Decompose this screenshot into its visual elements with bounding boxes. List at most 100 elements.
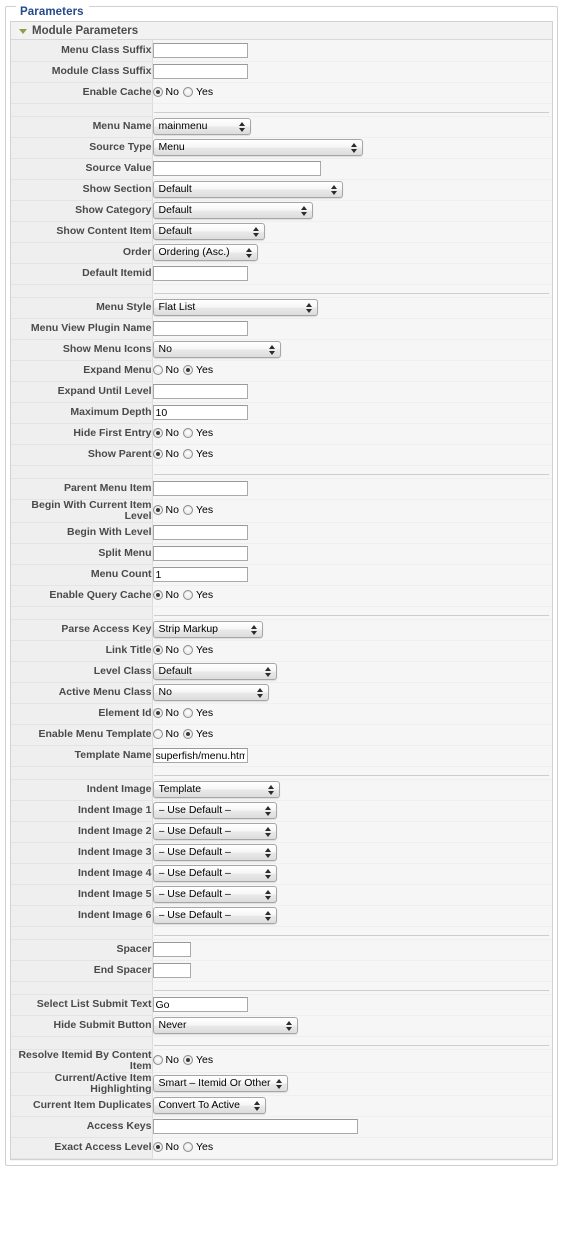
select-indent-image-1[interactable]: – Use Default – (152, 802, 277, 819)
radio-option-show-parent-yes[interactable]: Yes (182, 448, 213, 460)
value-cell-spacer (152, 939, 552, 961)
radio-button-no-icon[interactable] (152, 728, 163, 739)
radio-option-resolve-itemid-by-content-item-no[interactable]: No (152, 1054, 179, 1066)
radio-option-enable-query-cache-no[interactable]: No (152, 589, 179, 601)
parameter-row: Menu Count (11, 564, 552, 586)
radio-button-no-icon[interactable] (152, 364, 163, 375)
select-indent-image-2[interactable]: – Use Default – (152, 823, 277, 840)
select-indent-image-4[interactable]: – Use Default – (152, 865, 277, 882)
radio-option-begin-with-current-item-level-yes[interactable]: Yes (182, 504, 213, 516)
radio-button-yes-icon[interactable] (182, 448, 193, 459)
radio-button-yes-icon[interactable] (182, 1054, 193, 1065)
select-show-menu-icons[interactable]: No (152, 341, 281, 358)
select-show-content-item[interactable]: Default (152, 223, 265, 240)
radio-option-enable-cache-no[interactable]: No (152, 86, 179, 98)
triangle-down-icon[interactable] (19, 29, 27, 34)
input-default-itemid[interactable] (152, 266, 248, 281)
select-show-section[interactable]: Default (152, 181, 343, 198)
module-parameters-header[interactable]: Module Parameters (11, 22, 552, 40)
select-value-indent-image-6: – Use Default – (158, 909, 231, 921)
input-access-keys[interactable] (152, 1119, 358, 1134)
radio-button-no-icon[interactable] (152, 86, 163, 97)
radio-option-link-title-no[interactable]: No (152, 644, 179, 656)
select-active-menu-class[interactable]: No (152, 684, 269, 701)
select-current-item-duplicates[interactable]: Convert To Active (152, 1097, 266, 1114)
value-cell-hide-first-entry: No Yes (152, 423, 552, 445)
radio-label-no: No (165, 426, 179, 439)
radio-button-yes-icon[interactable] (182, 644, 193, 655)
select-indent-image-6[interactable]: – Use Default – (152, 907, 277, 924)
input-split-menu[interactable] (152, 546, 248, 561)
select-indent-image-5[interactable]: – Use Default – (152, 886, 277, 903)
select-indent-image-3[interactable]: – Use Default – (152, 844, 277, 861)
radio-option-enable-query-cache-yes[interactable]: Yes (182, 589, 213, 601)
select-hide-submit-button[interactable]: Never (152, 1017, 298, 1034)
radio-button-no-icon[interactable] (152, 1054, 163, 1065)
label-indent-image-2: Indent Image 2 (11, 821, 153, 843)
radio-button-no-icon[interactable] (152, 707, 163, 718)
select-menu-style[interactable]: Flat List (152, 299, 318, 316)
radio-button-yes-icon[interactable] (182, 364, 193, 375)
parameter-row: Show Content Item Default (11, 221, 552, 243)
parameter-row: Parent Menu Item (11, 478, 552, 500)
select-parse-access-key[interactable]: Strip Markup (152, 621, 263, 638)
select-menu-name[interactable]: mainmenu (152, 118, 251, 135)
radio-button-yes-icon[interactable] (182, 86, 193, 97)
input-menu-count[interactable] (152, 567, 248, 582)
radio-button-yes-icon[interactable] (182, 589, 193, 600)
select-show-category[interactable]: Default (152, 202, 313, 219)
radio-button-no-icon[interactable] (152, 644, 163, 655)
parameter-row: Menu View Plugin Name (11, 318, 552, 340)
divider (153, 615, 549, 616)
input-source-value[interactable] (152, 161, 321, 176)
radio-option-enable-menu-template-yes[interactable]: Yes (182, 728, 213, 740)
select-level-class[interactable]: Default (152, 663, 277, 680)
radio-button-no-icon[interactable] (152, 448, 163, 459)
input-template-name[interactable] (152, 748, 248, 763)
label-current-item-duplicates: Current Item Duplicates (11, 1095, 153, 1117)
radio-button-no-icon[interactable] (152, 1141, 163, 1152)
label-order: Order (11, 242, 153, 264)
radio-option-begin-with-current-item-level-no[interactable]: No (152, 504, 179, 516)
select-current-active-item-highlighting[interactable]: Smart – Itemid Or Other (152, 1075, 288, 1092)
radio-option-hide-first-entry-yes[interactable]: Yes (182, 427, 213, 439)
radio-option-enable-cache-yes[interactable]: Yes (182, 86, 213, 98)
radio-button-yes-icon[interactable] (182, 504, 193, 515)
radio-option-link-title-yes[interactable]: Yes (182, 644, 213, 656)
radio-button-no-icon[interactable] (152, 427, 163, 438)
input-spacer[interactable] (152, 942, 191, 957)
input-menu-view-plugin-name[interactable] (152, 321, 248, 336)
radio-option-resolve-itemid-by-content-item-yes[interactable]: Yes (182, 1054, 213, 1066)
radio-button-no-icon[interactable] (152, 589, 163, 600)
input-maximum-depth[interactable] (152, 405, 248, 420)
radio-option-show-parent-no[interactable]: No (152, 448, 179, 460)
radio-option-expand-menu-yes[interactable]: Yes (182, 364, 213, 376)
radio-option-element-id-no[interactable]: No (152, 707, 179, 719)
radio-button-yes-icon[interactable] (182, 427, 193, 438)
radio-button-yes-icon[interactable] (182, 1141, 193, 1152)
radio-option-enable-menu-template-no[interactable]: No (152, 728, 179, 740)
input-parent-menu-item[interactable] (152, 481, 248, 496)
input-module-class-suffix[interactable] (152, 64, 248, 79)
radio-label-yes: Yes (195, 1140, 214, 1153)
radio-option-hide-first-entry-no[interactable]: No (152, 426, 179, 439)
select-source-type[interactable]: Menu (152, 139, 363, 156)
radio-button-no-icon[interactable] (152, 504, 163, 515)
radio-button-yes-icon[interactable] (182, 728, 193, 739)
value-cell-module-class-suffix (152, 61, 552, 83)
radio-label-yes: Yes (195, 706, 214, 719)
radio-option-expand-menu-no[interactable]: No (152, 364, 179, 376)
input-expand-until-level[interactable] (152, 384, 248, 399)
select-order[interactable]: Ordering (Asc.) (152, 244, 258, 261)
label-default-itemid: Default Itemid (11, 263, 153, 285)
radio-button-yes-icon[interactable] (182, 707, 193, 718)
radio-option-element-id-yes[interactable]: Yes (182, 706, 214, 719)
parameter-row: Expand Until Level (11, 381, 552, 403)
input-end-spacer[interactable] (152, 963, 191, 978)
radio-option-exact-access-level-no[interactable]: No (152, 1141, 179, 1153)
radio-option-exact-access-level-yes[interactable]: Yes (182, 1140, 214, 1153)
input-begin-with-level[interactable] (152, 525, 248, 540)
select-indent-image[interactable]: Template (152, 781, 280, 798)
input-select-list-submit-text[interactable] (152, 997, 248, 1012)
input-menu-class-suffix[interactable] (152, 42, 248, 58)
